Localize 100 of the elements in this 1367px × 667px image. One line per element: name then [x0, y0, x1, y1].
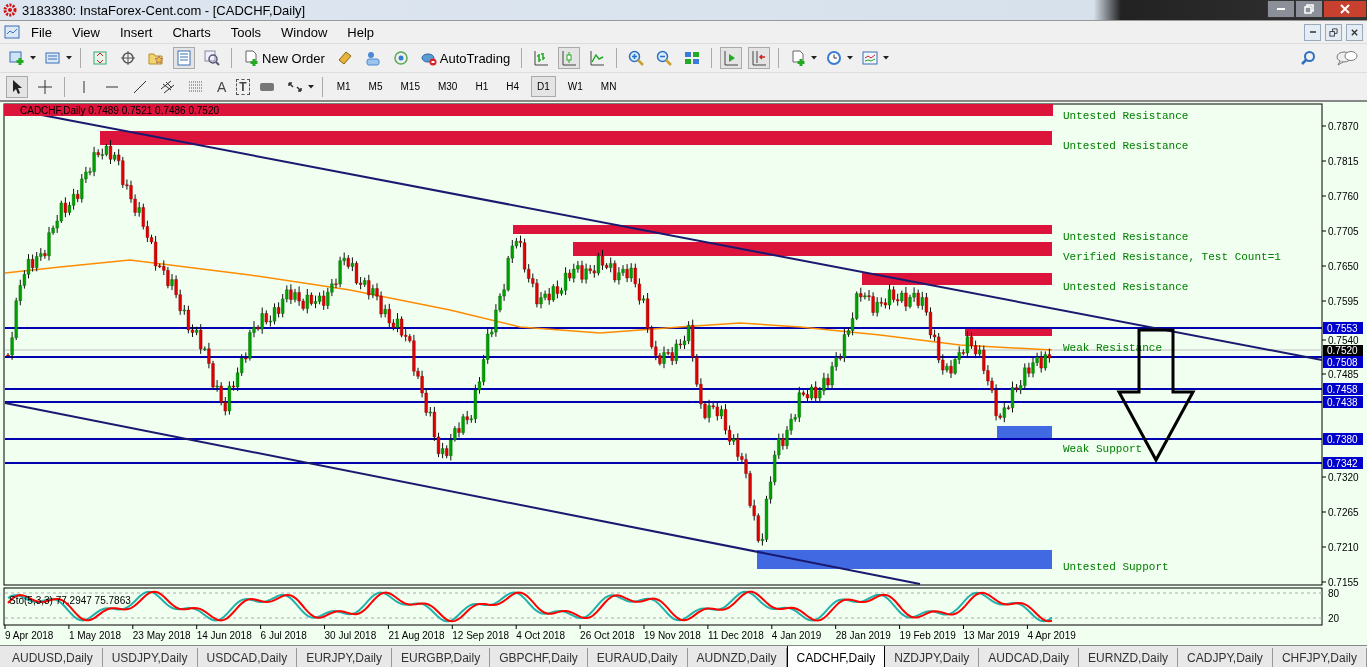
date-axis-label: 30 Jul 2018: [324, 630, 377, 641]
chart-window-icon: [4, 24, 20, 40]
close-button[interactable]: [1323, 0, 1367, 18]
chart-tab[interactable]: CHFJPY,Daily: [1272, 648, 1367, 667]
timeframe-button[interactable]: M1: [330, 76, 357, 97]
date-axis-label: 9 Apr 2018: [5, 630, 54, 641]
caret-icon[interactable]: [847, 56, 854, 60]
date-axis-label: 13 Mar 2019: [963, 630, 1020, 641]
caret-icon[interactable]: [30, 56, 36, 60]
price-tag: 0.7508: [1323, 356, 1363, 368]
indicator-axis-label: 80: [1328, 588, 1340, 599]
timeframe-button[interactable]: M30: [431, 76, 464, 97]
date-axis-label: 4 Oct 2018: [516, 630, 566, 641]
price-axis-label: 0.7705: [1328, 226, 1359, 237]
chart-tab[interactable]: USDCAD,Daily: [197, 648, 298, 667]
play-axes-icon[interactable]: [720, 47, 743, 69]
date-axis-label: 6 Jul 2018: [260, 630, 307, 641]
chart-tab[interactable]: AUDUSD,Daily: [3, 648, 103, 667]
restore-button[interactable]: [1325, 23, 1342, 41]
minimize-button[interactable]: [1267, 0, 1295, 18]
price-axis-label: 0.7320: [1328, 472, 1359, 483]
timeframe-button[interactable]: M15: [394, 76, 426, 97]
date-axis-label: 4 Apr 2019: [1027, 630, 1076, 641]
close-icon: [1350, 27, 1359, 37]
price-axis-label: 0.7870: [1328, 121, 1359, 132]
cursor-icon[interactable]: [6, 75, 28, 98]
menu-item[interactable]: Tools: [221, 22, 271, 42]
timeframe-button[interactable]: H1: [469, 76, 495, 97]
timeframe-button[interactable]: H4: [500, 76, 525, 97]
toolbar-button[interactable]: AutoTrading: [417, 48, 514, 68]
price-tag: 0.7380: [1323, 433, 1363, 445]
caret-icon[interactable]: [811, 56, 818, 60]
restore-icon: [1329, 27, 1338, 37]
chart-tab[interactable]: AUDNZD,Daily: [687, 648, 787, 667]
price-axis-label: 0.7760: [1328, 191, 1359, 202]
text-tool[interactable]: A: [213, 78, 231, 95]
zone-label: Untested Resistance: [1063, 140, 1189, 152]
chart-tab[interactable]: EURAUD,Daily: [587, 648, 688, 667]
date-axis-label: 4 Jan 2019: [771, 630, 822, 641]
chart-tab[interactable]: AUDCAD,Daily: [979, 648, 1080, 667]
minimize-icon: [1277, 8, 1285, 10]
chart-tab[interactable]: USDJPY,Daily: [102, 648, 198, 667]
timeframe-button[interactable]: MN: [594, 76, 623, 97]
chart-tab[interactable]: EURJPY,Daily: [297, 648, 392, 667]
indicator-axis-label: 20: [1328, 613, 1340, 624]
chart-tab[interactable]: GBPCHF,Daily: [490, 648, 588, 667]
chart-legend: CADCHF,Daily 0.7489 0.7521 0.7486 0.7520: [20, 105, 220, 116]
zone-label: Untested Resistance: [1063, 231, 1189, 243]
menu-item[interactable]: Charts: [163, 22, 220, 42]
menu-item[interactable]: Insert: [110, 22, 162, 42]
chart-tab[interactable]: CADCHF,Daily: [786, 646, 886, 667]
price-tag: 0.7342: [1323, 457, 1363, 469]
timeframe-button[interactable]: D1: [531, 76, 556, 97]
toolbar-button[interactable]: New Order: [240, 48, 328, 68]
document-plus-icon: [243, 50, 259, 66]
chart-tab[interactable]: EURNZD,Daily: [1079, 648, 1179, 667]
restore-icon: [1304, 4, 1314, 14]
zone-label: Weak Support: [1063, 443, 1143, 455]
current-price-tag: 0.7520: [1323, 345, 1363, 356]
caret-icon[interactable]: [66, 56, 72, 60]
close-button[interactable]: [1346, 23, 1363, 41]
menu-item[interactable]: Help: [338, 22, 384, 42]
date-axis-label: 19 Nov 2018: [644, 630, 701, 641]
chart-tab[interactable]: EURGBP,Daily: [392, 648, 491, 667]
date-axis-label: 28 Jan 2019: [835, 630, 891, 641]
menu-item[interactable]: Window: [272, 22, 337, 42]
price-axis-label: 0.7595: [1328, 296, 1359, 307]
zone-label: Untested Resistance: [1063, 281, 1189, 293]
caret-icon[interactable]: [883, 56, 890, 60]
date-axis-label: 12 Sep 2018: [452, 630, 509, 641]
minimize-button[interactable]: [1304, 23, 1321, 41]
price-tag: 0.7458: [1323, 383, 1363, 395]
timeframe-button[interactable]: W1: [561, 76, 589, 97]
date-axis-label: 26 Oct 2018: [580, 630, 635, 641]
price-axis-label: 0.7485: [1328, 369, 1359, 380]
date-axis-label: 14 Jun 2018: [196, 630, 252, 641]
date-axis-label: 19 Feb 2019: [899, 630, 956, 641]
chart-tab[interactable]: CADJPY,Daily: [1178, 648, 1273, 667]
price-axis-label: 0.7210: [1328, 542, 1359, 553]
date-axis-label: 1 May 2018: [68, 630, 122, 641]
zone-label: Untested Resistance: [1063, 110, 1189, 122]
candlestick-icon[interactable]: [558, 47, 581, 69]
caret-icon[interactable]: [307, 84, 314, 89]
window-title: 3183380: InstaForex-Cent.com - [CADCHF,Daily]: [22, 2, 306, 18]
document-lines-icon[interactable]: [173, 47, 195, 69]
robot-stop-icon: [420, 50, 437, 66]
price-axis-label: 0.7265: [1328, 507, 1359, 518]
date-axis-label: 11 Dec 2018: [707, 630, 764, 641]
gear-logo-icon: [2, 2, 18, 18]
menu-item[interactable]: View: [62, 22, 109, 42]
shift-axes-icon[interactable]: [748, 47, 771, 69]
menu-item[interactable]: File: [22, 22, 61, 42]
support-zone: [997, 426, 1052, 438]
timeframe-button[interactable]: M5: [362, 76, 389, 97]
restore-button[interactable]: [1295, 0, 1323, 18]
text-label-tool[interactable]: T: [236, 78, 250, 95]
date-axis-label: 23 May 2018: [132, 630, 191, 641]
zone-label: Untested Support: [1063, 561, 1169, 573]
chart-tab[interactable]: NZDJPY,Daily: [885, 648, 980, 667]
price-tag: 0.7438: [1323, 396, 1363, 408]
